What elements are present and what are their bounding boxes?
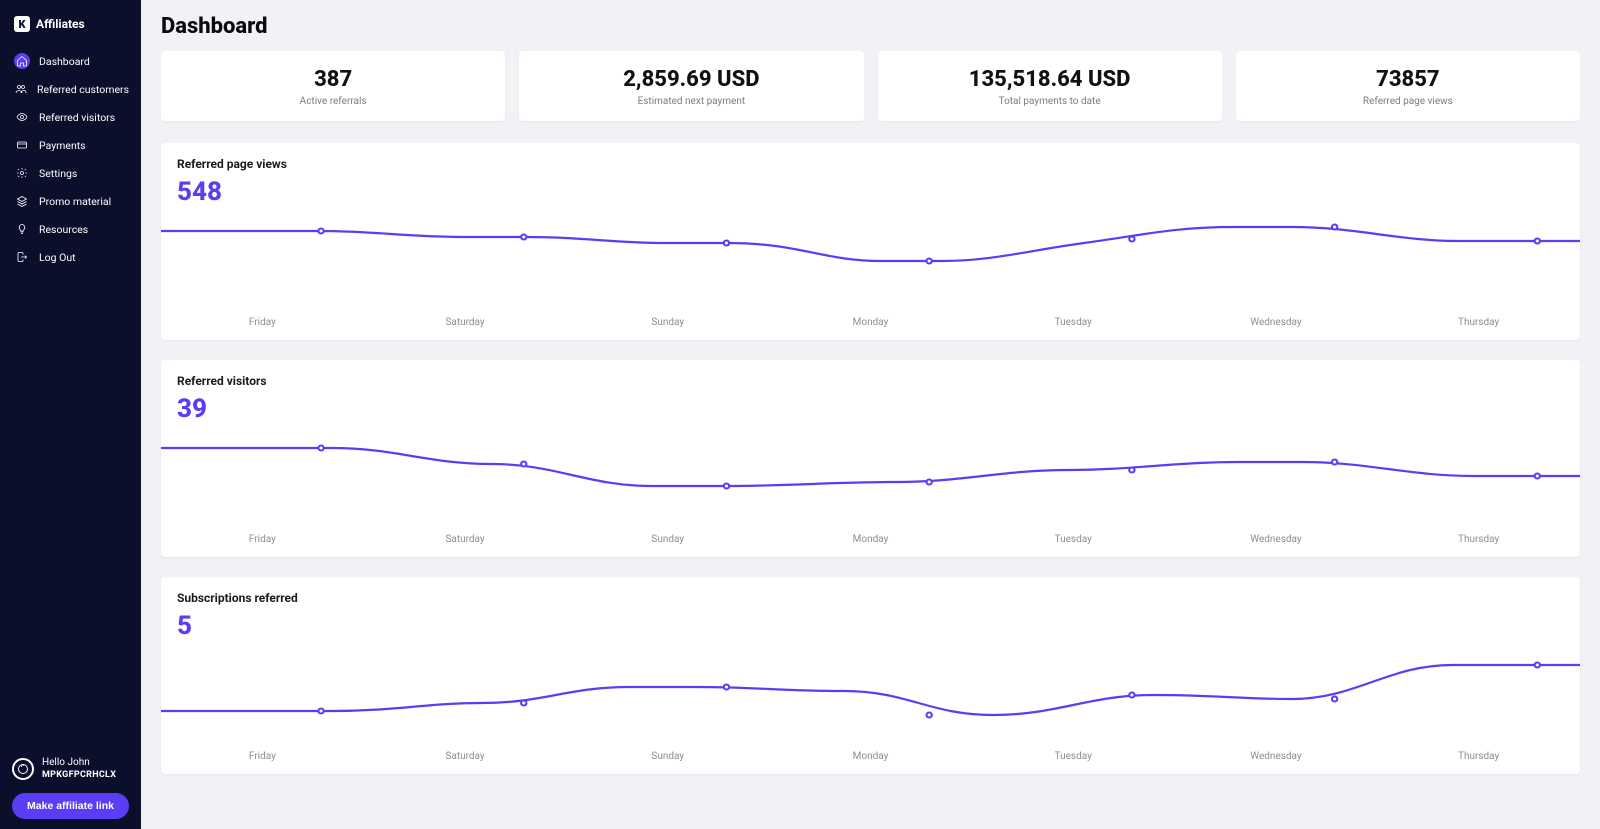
chart-title: Referred page views [177,157,1564,171]
x-tick: Friday [161,751,364,762]
sidebar-item-label: Log Out [39,251,76,264]
stat-value: 135,518.64 USD [888,67,1212,92]
sidebar-item-payments[interactable]: Payments [0,132,141,158]
chart-header: Referred visitors [161,360,1580,388]
sidebar-footer: Hello John MPKGFPCRHCLX Make affiliate l… [0,757,141,819]
chart-body [161,643,1580,743]
sidebar-item-referred-visitors[interactable]: Referred visitors [0,104,141,130]
sidebar-item-label: Payments [39,139,86,152]
x-tick: Monday [769,317,972,328]
main-content: Dashboard 387 Active referrals 2,859.69 … [141,0,1600,829]
x-tick: Wednesday [1175,534,1378,545]
page-title: Dashboard [161,14,1580,39]
x-tick: Thursday [1377,534,1580,545]
line-chart-icon [161,643,1580,743]
chart-x-axis: Friday Saturday Sunday Monday Tuesday We… [161,526,1580,557]
brand: K Affiliates [0,12,141,48]
sidebar-item-settings[interactable]: Settings [0,160,141,186]
stat-label: Total payments to date [888,96,1212,107]
chart-body [161,426,1580,526]
sidebar-item-label: Settings [39,167,77,180]
user-code: MPKGFPCRHCLX [42,770,116,781]
user-text: Hello John MPKGFPCRHCLX [42,757,116,781]
chart-total: 5 [161,605,1580,643]
x-tick: Tuesday [972,534,1175,545]
card-icon [14,137,30,153]
x-tick: Saturday [364,751,567,762]
stat-card-referred-page-views: 73857 Referred page views [1236,51,1580,121]
chart-header: Referred page views [161,143,1580,171]
sidebar: K Affiliates Dashboard Referred customer… [0,0,141,829]
chart-total: 548 [161,171,1580,209]
stat-value: 73857 [1246,67,1570,92]
chart-title: Subscriptions referred [177,591,1564,605]
line-chart-icon [161,209,1580,309]
chart-title: Referred visitors [177,374,1564,388]
x-tick: Wednesday [1175,317,1378,328]
x-tick: Monday [769,534,972,545]
user-block: Hello John MPKGFPCRHCLX [12,757,129,781]
x-tick: Tuesday [972,751,1175,762]
stat-label: Estimated next payment [529,96,853,107]
sidebar-item-promo-material[interactable]: Promo material [0,188,141,214]
sidebar-item-label: Promo material [39,195,111,208]
sidebar-item-referred-customers[interactable]: Referred customers [0,76,141,102]
x-tick: Saturday [364,534,567,545]
x-tick: Sunday [566,751,769,762]
x-tick: Wednesday [1175,751,1378,762]
chart-header: Subscriptions referred [161,577,1580,605]
sidebar-item-label: Referred visitors [39,111,115,124]
x-tick: Sunday [566,534,769,545]
sidebar-item-resources[interactable]: Resources [0,216,141,242]
line-chart-icon [161,426,1580,526]
avatar-icon [12,758,34,780]
sidebar-item-label: Dashboard [39,55,90,68]
users-icon [14,81,28,97]
x-tick: Friday [161,534,364,545]
x-tick: Tuesday [972,317,1175,328]
make-affiliate-link-button[interactable]: Make affiliate link [12,793,129,819]
x-tick: Sunday [566,317,769,328]
stat-card-estimated-next-payment: 2,859.69 USD Estimated next payment [519,51,863,121]
brand-name: Affiliates [36,17,85,31]
stat-label: Referred page views [1246,96,1570,107]
stat-label: Active referrals [171,96,495,107]
x-tick: Friday [161,317,364,328]
sidebar-item-dashboard[interactable]: Dashboard [0,48,141,74]
stat-card-total-payments: 135,518.64 USD Total payments to date [878,51,1222,121]
chart-x-axis: Friday Saturday Sunday Monday Tuesday We… [161,743,1580,774]
chart-card-referred-visitors: Referred visitors 39 Friday Saturday Sun… [161,360,1580,557]
logout-icon [14,249,30,265]
stat-row: 387 Active referrals 2,859.69 USD Estima… [161,51,1580,121]
chart-body [161,209,1580,309]
bulb-icon [14,221,30,237]
stat-card-active-referrals: 387 Active referrals [161,51,505,121]
home-icon [14,53,30,69]
chart-card-referred-page-views: Referred page views 548 Friday Saturday … [161,143,1580,340]
sidebar-item-logout[interactable]: Log Out [0,244,141,270]
sidebar-item-label: Resources [39,223,88,236]
chart-x-axis: Friday Saturday Sunday Monday Tuesday We… [161,309,1580,340]
stat-value: 387 [171,67,495,92]
nav: Dashboard Referred customers Referred vi… [0,48,141,270]
sidebar-item-label: Referred customers [37,83,129,96]
chart-total: 39 [161,388,1580,426]
user-greeting: Hello John [42,757,116,770]
x-tick: Thursday [1377,751,1580,762]
chart-card-subscriptions-referred: Subscriptions referred 5 Friday Saturday… [161,577,1580,774]
layers-icon [14,193,30,209]
eye-icon [14,109,30,125]
x-tick: Monday [769,751,972,762]
brand-logo-icon: K [14,16,30,32]
gear-icon [14,165,30,181]
x-tick: Thursday [1377,317,1580,328]
x-tick: Saturday [364,317,567,328]
stat-value: 2,859.69 USD [529,67,853,92]
